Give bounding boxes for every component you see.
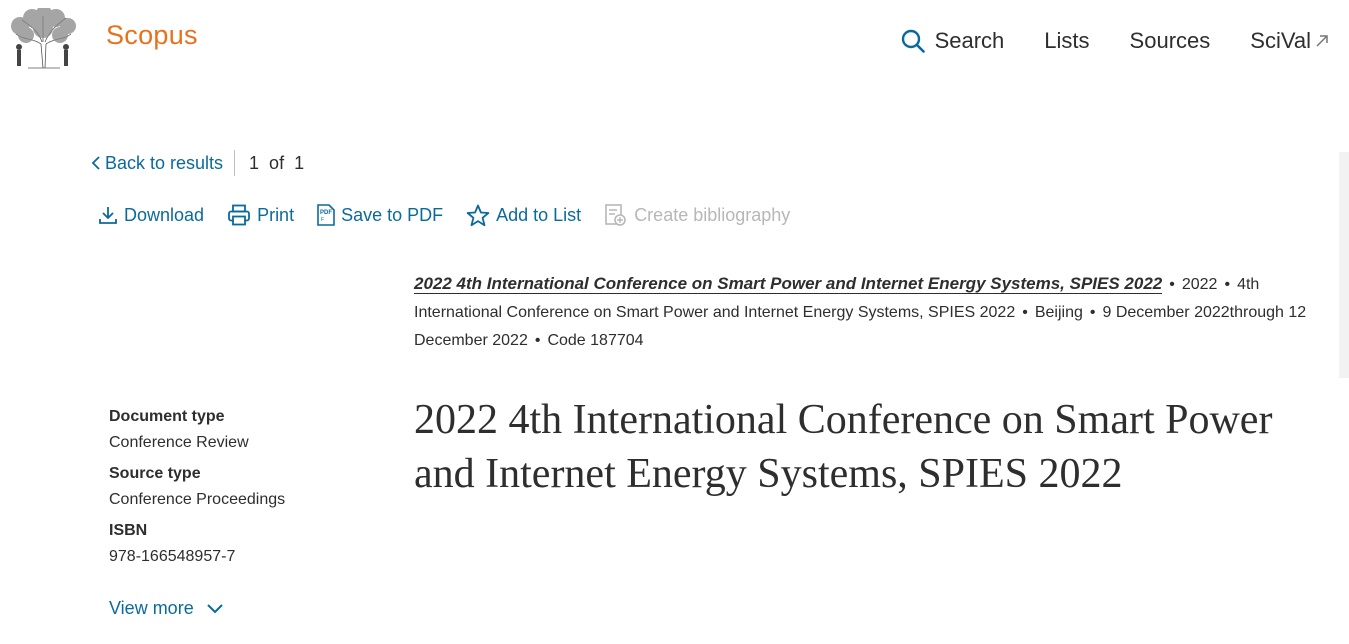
scopus-document-page: Scopus Search Lists Sources SciVal Back …: [0, 0, 1349, 644]
source-type-value: Conference Proceedings: [109, 491, 286, 508]
separator-dot: •: [1089, 304, 1096, 321]
external-link-icon: [1316, 35, 1328, 47]
view-more-button[interactable]: View more: [109, 598, 224, 619]
separator-dot: •: [1022, 304, 1028, 321]
nav-lists-label: Lists: [1044, 28, 1090, 53]
source-location: Beijing: [1034, 304, 1083, 321]
print-button[interactable]: Print: [227, 204, 294, 226]
pdf-icon: PDF F: [317, 204, 335, 226]
breadcrumb-divider: [234, 150, 236, 176]
print-label: Print: [257, 204, 295, 225]
document-type-value: Conference Review: [109, 434, 249, 451]
result-pager: 1 of 1: [249, 152, 305, 173]
source-info: 2022 4th International Conference on Sma…: [414, 270, 1319, 355]
isbn-value: 978-166548957-7: [109, 548, 236, 565]
elsevier-tree-logo[interactable]: [8, 8, 78, 70]
document-title: 2022 4th International Conference on Sma…: [414, 397, 1273, 497]
document-metadata: Document type Conference Review Source t…: [109, 406, 369, 577]
nav-scival[interactable]: SciVal: [1250, 28, 1349, 54]
add-to-list-button[interactable]: Add to List: [466, 204, 581, 227]
separator-dot: •: [1224, 276, 1231, 293]
source-year: 2022: [1181, 276, 1218, 293]
nav-search-label: Search: [934, 28, 1005, 53]
back-to-results-link[interactable]: Back to results: [91, 153, 223, 174]
nav-search[interactable]: Search: [901, 28, 1005, 54]
svg-text:PDF: PDF: [320, 210, 332, 216]
nav-lists[interactable]: Lists: [1044, 28, 1089, 54]
search-icon: [901, 29, 925, 53]
top-navigation: Search Lists Sources SciVal: [901, 26, 1349, 56]
bibliography-icon: [605, 204, 626, 226]
nav-sources-label: Sources: [1129, 28, 1211, 53]
svg-text:F: F: [321, 217, 324, 223]
scopus-brand[interactable]: Scopus: [106, 20, 198, 51]
source-title-link[interactable]: 2022 4th International Conference on Sma…: [414, 274, 1163, 294]
save-to-pdf-label: Save to PDF: [341, 204, 444, 225]
back-to-results-label: Back to results: [105, 152, 224, 173]
print-icon: [228, 204, 250, 226]
download-icon: [99, 207, 117, 224]
chevron-down-icon: [206, 603, 223, 613]
create-bibliography-button[interactable]: Create bibliography: [604, 203, 790, 227]
view-more-label: View more: [109, 598, 194, 618]
document-actions: Download Print PDF F Save to PDF Add to …: [98, 203, 813, 227]
download-button[interactable]: Download: [98, 205, 204, 226]
source-code: Code 187704: [547, 332, 644, 349]
document-type-label: Document type: [109, 408, 225, 425]
nav-sources[interactable]: Sources: [1130, 28, 1211, 54]
scrollbar[interactable]: [1339, 152, 1349, 378]
separator-dot: •: [534, 332, 541, 349]
download-label: Download: [124, 204, 205, 225]
isbn-label: ISBN: [109, 522, 148, 539]
nav-scival-label: SciVal: [1250, 28, 1311, 53]
add-to-list-label: Add to List: [496, 204, 582, 225]
source-type-label: Source type: [109, 465, 201, 482]
separator-dot: •: [1169, 276, 1175, 293]
chevron-left-icon: [91, 156, 100, 170]
create-bibliography-label: Create bibliography: [634, 204, 791, 225]
save-to-pdf-button[interactable]: PDF F Save to PDF: [317, 204, 443, 226]
star-icon: [466, 204, 490, 226]
results-breadcrumb: Back to results 1 of 1: [91, 150, 304, 176]
